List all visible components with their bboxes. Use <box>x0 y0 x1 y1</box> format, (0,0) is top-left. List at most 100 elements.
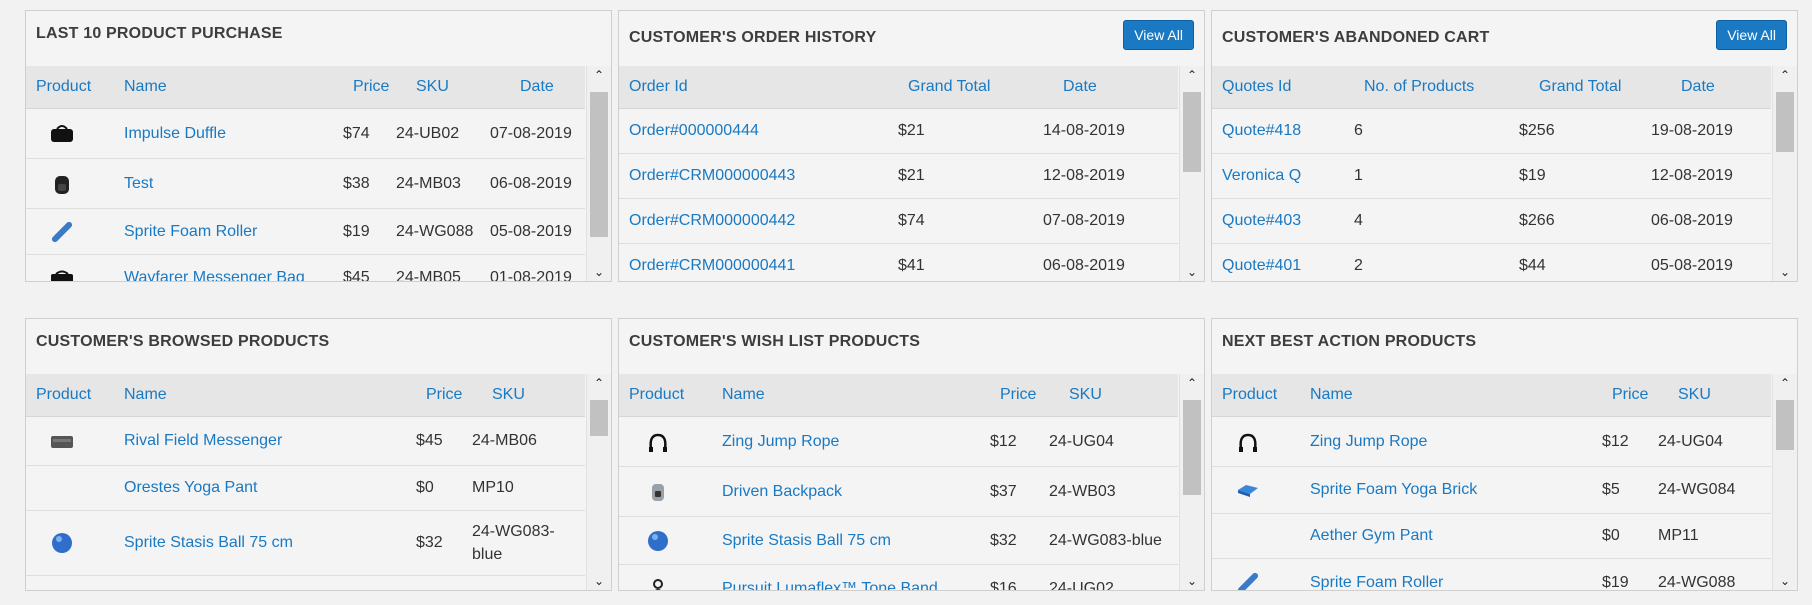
col-price[interactable]: Price <box>1602 386 1668 404</box>
product-count: 4 <box>1354 212 1363 229</box>
scrollbar-thumb[interactable] <box>1183 92 1201 172</box>
product-name-link[interactable]: Rival Field Messenger <box>114 432 406 450</box>
col-name[interactable]: Name <box>712 386 990 404</box>
col-product[interactable]: Product <box>1212 386 1300 404</box>
product-name-link[interactable]: Orestes Yoga Pant <box>114 479 406 497</box>
scroll-down-icon[interactable]: ⌄ <box>1180 265 1204 279</box>
scrollbar-thumb[interactable] <box>1776 400 1794 450</box>
col-product[interactable]: Product <box>26 386 114 404</box>
col-sku[interactable]: SKU <box>482 386 585 404</box>
col-date[interactable]: Date <box>1671 78 1771 96</box>
messenger-bag-thumbnail-icon[interactable] <box>50 266 74 281</box>
jump-rope-thumbnail-icon[interactable] <box>1236 430 1260 454</box>
foam-roller-thumbnail-icon[interactable] <box>1236 571 1260 590</box>
price: $12 <box>990 432 1017 450</box>
product-name-link[interactable]: Test <box>114 175 333 193</box>
sku: 24-UB02 <box>396 124 460 142</box>
foam-roller-thumbnail-icon[interactable] <box>50 220 74 244</box>
table-row: Orestes Yoga Pant $0 MP10 <box>26 466 585 511</box>
order-id-link[interactable]: Order#CRM000000442 <box>619 212 888 230</box>
backpack-thumbnail-icon[interactable] <box>646 480 670 504</box>
scroll-up-icon[interactable]: ⌃ <box>1180 376 1204 390</box>
product-name-link[interactable]: Sprite Stasis Ball 75 cm <box>114 534 406 552</box>
stasis-ball-thumbnail-icon[interactable] <box>646 529 670 553</box>
order-id-link[interactable]: Order#CRM000000441 <box>619 257 888 275</box>
messenger-bag-thumbnail-icon[interactable] <box>50 429 74 453</box>
quote-id-link[interactable]: Quote#403 <box>1212 212 1344 230</box>
yoga-brick-thumbnail-icon[interactable] <box>1236 478 1260 502</box>
scrollbar-thumb[interactable] <box>1183 400 1201 495</box>
quote-id-link[interactable]: Veronica Q <box>1212 167 1344 185</box>
col-date[interactable]: Date <box>1053 78 1178 96</box>
duffle-bag-thumbnail-icon[interactable] <box>50 122 74 146</box>
quote-id-link[interactable]: Quote#418 <box>1212 122 1344 140</box>
quote-id-link[interactable]: Quote#401 <box>1212 257 1344 275</box>
product-name-link[interactable]: Wayfarer Messenger Bag <box>114 269 333 282</box>
view-all-orders-button[interactable]: View All <box>1123 20 1194 50</box>
table-header: Quotes Id No. of Products Grand Total Da… <box>1212 66 1771 109</box>
scroll-down-icon[interactable]: ⌄ <box>1773 265 1797 279</box>
sku: 24-WG083-blue <box>1049 531 1162 549</box>
scroll-down-icon[interactable]: ⌄ <box>1180 574 1204 588</box>
col-no-of-products[interactable]: No. of Products <box>1354 78 1529 96</box>
wishlist-panel: CUSTOMER'S WISH LIST PRODUCTS Product Na… <box>618 318 1205 591</box>
scroll-up-icon[interactable]: ⌃ <box>1773 68 1797 82</box>
jump-rope-thumbnail-icon[interactable] <box>646 430 670 454</box>
product-name-link[interactable]: Aether Gym Pant <box>1300 527 1592 545</box>
scrollbar-thumb[interactable] <box>1776 92 1794 152</box>
scroll-up-icon[interactable]: ⌃ <box>587 68 611 82</box>
scroll-up-icon[interactable]: ⌃ <box>587 376 611 390</box>
order-id-link[interactable]: Order#CRM000000443 <box>619 167 888 185</box>
tone-band-thumbnail-icon[interactable] <box>646 577 670 590</box>
col-date[interactable]: Date <box>510 78 585 96</box>
next-best-action-panel: NEXT BEST ACTION PRODUCTS Product Name P… <box>1211 318 1798 591</box>
scrollbar[interactable]: ⌃ ⌄ <box>1772 66 1797 281</box>
stasis-ball-thumbnail-icon[interactable] <box>50 531 74 555</box>
scrollbar-thumb[interactable] <box>590 92 608 237</box>
backpack-thumbnail-icon[interactable] <box>50 172 74 196</box>
col-product[interactable]: Product <box>619 386 712 404</box>
scrollbar[interactable]: ⌃ ⌄ <box>1179 66 1204 281</box>
scroll-down-icon[interactable]: ⌄ <box>587 265 611 279</box>
product-name-link[interactable]: Sprite Foam Roller <box>114 223 333 241</box>
view-all-quotes-button[interactable]: View All <box>1716 20 1787 50</box>
col-sku[interactable]: SKU <box>1059 386 1178 404</box>
order-id-link[interactable]: Order#000000444 <box>619 122 888 140</box>
table-row: Order#000000444 $21 14-08-2019 <box>619 109 1178 154</box>
price: $45 <box>343 268 370 282</box>
col-order-id[interactable]: Order Id <box>619 78 898 96</box>
product-name-link[interactable]: Driven Backpack <box>712 483 980 501</box>
col-product[interactable]: Product <box>26 78 114 96</box>
product-name-link[interactable]: Sprite Foam Roller <box>1300 574 1592 591</box>
scrollbar[interactable]: ⌃ ⌄ <box>1179 374 1204 590</box>
date: 12-08-2019 <box>1651 167 1733 184</box>
product-name-link[interactable]: Sprite Foam Yoga Brick <box>1300 481 1592 499</box>
col-quotes-id[interactable]: Quotes Id <box>1212 78 1354 96</box>
col-price[interactable]: Price <box>990 386 1059 404</box>
order-history-panel: CUSTOMER'S ORDER HISTORY View All Order … <box>618 10 1205 282</box>
col-grand-total[interactable]: Grand Total <box>898 78 1053 96</box>
scroll-down-icon[interactable]: ⌄ <box>587 574 611 588</box>
scrollbar[interactable]: ⌃ ⌄ <box>586 374 611 590</box>
scrollbar-thumb[interactable] <box>590 400 608 436</box>
col-name[interactable]: Name <box>1300 386 1602 404</box>
product-name-link[interactable]: Impulse Duffle <box>114 125 333 143</box>
scroll-down-icon[interactable]: ⌄ <box>1773 574 1797 588</box>
col-name[interactable]: Name <box>114 386 416 404</box>
col-price[interactable]: Price <box>416 386 482 404</box>
sku: 24-MB05 <box>396 268 461 282</box>
col-sku[interactable]: SKU <box>1668 386 1771 404</box>
scrollbar[interactable]: ⌃ ⌄ <box>1772 374 1797 590</box>
product-name-link[interactable]: Zing Jump Rope <box>1300 433 1592 451</box>
product-name-link[interactable]: Sprite Stasis Ball 75 cm <box>712 532 980 550</box>
product-name-link[interactable]: Zing Jump Rope <box>712 433 980 451</box>
col-name[interactable]: Name <box>114 78 343 96</box>
col-price[interactable]: Price <box>343 78 406 96</box>
scroll-up-icon[interactable]: ⌃ <box>1773 376 1797 390</box>
product-name-link[interactable]: Pursuit Lumaflex™ Tone Band <box>712 580 980 591</box>
col-sku[interactable]: SKU <box>406 78 510 96</box>
date: 14-08-2019 <box>1043 122 1125 139</box>
col-grand-total[interactable]: Grand Total <box>1529 78 1671 96</box>
scroll-up-icon[interactable]: ⌃ <box>1180 68 1204 82</box>
scrollbar[interactable]: ⌃ ⌄ <box>586 66 611 281</box>
